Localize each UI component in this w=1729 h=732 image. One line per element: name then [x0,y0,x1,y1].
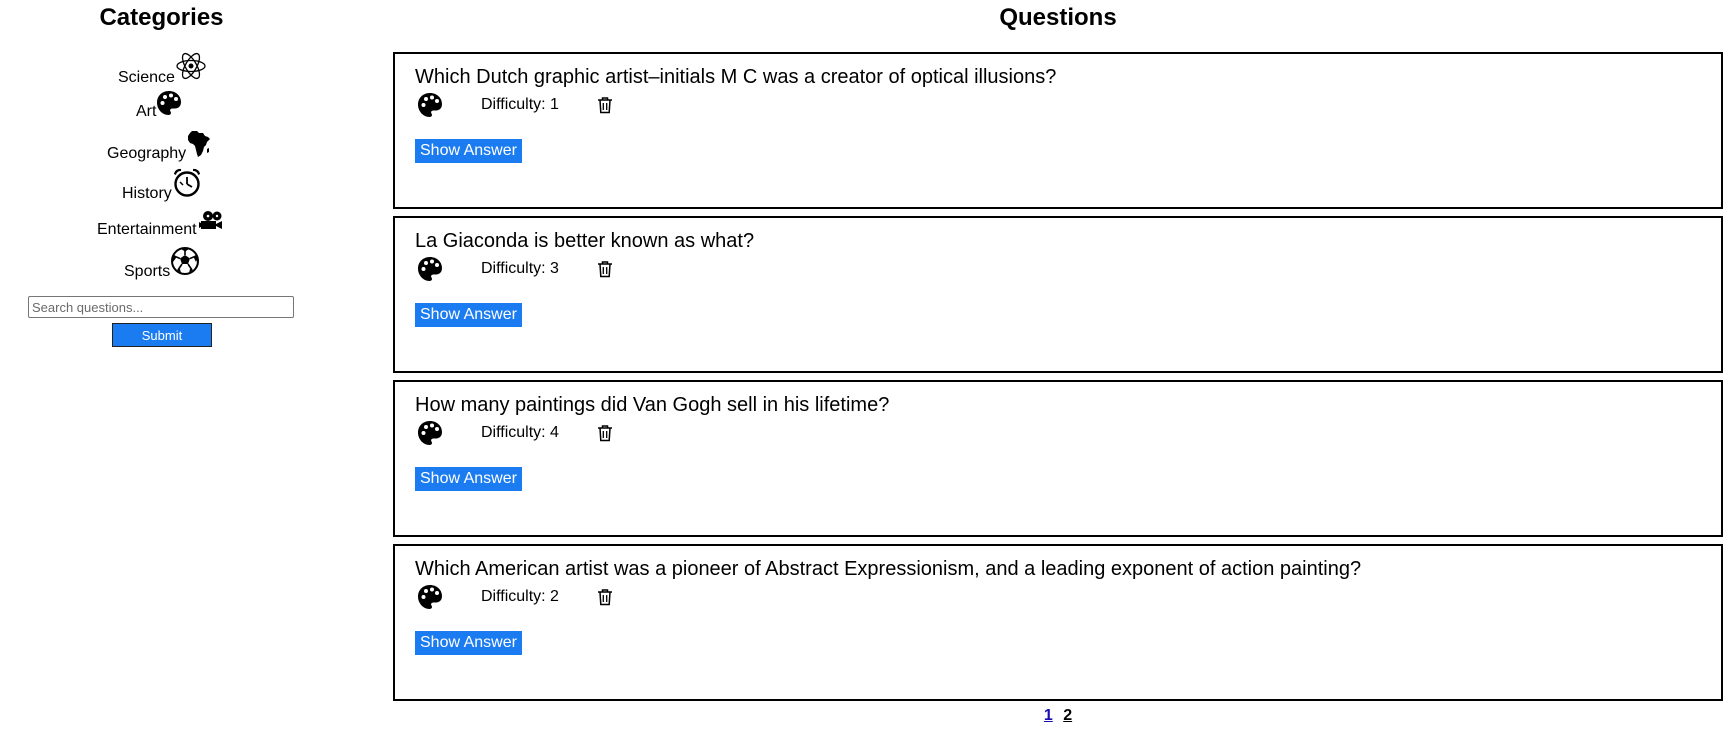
category-entertainment[interactable]: Entertainment [97,210,225,239]
alarm-clock-icon [172,166,202,203]
submit-button[interactable]: Submit [112,323,212,347]
film-camera-icon [197,210,225,239]
atom-icon [175,50,207,87]
africa-icon [186,130,212,163]
question-card: How many paintings did Van Gogh sell in … [393,380,1723,537]
category-sports[interactable]: Sports [124,246,200,281]
categories-heading: Categories [99,4,224,31]
category-label: History [122,185,172,202]
question-card: Which American artist was a pioneer of A… [393,544,1723,701]
category-art[interactable]: Art [136,90,182,121]
search-input[interactable] [28,296,294,318]
category-history[interactable]: History [122,166,202,203]
question-text: Which Dutch graphic artist–initials M C … [415,66,1057,88]
question-text: Which American artist was a pioneer of A… [415,558,1362,580]
palette-icon [417,92,443,118]
trash-icon[interactable] [597,96,613,114]
trash-icon[interactable] [597,424,613,442]
question-card: Which Dutch graphic artist–initials M C … [393,52,1723,209]
soccer-ball-icon [170,246,200,281]
show-answer-button[interactable]: Show Answer [415,631,522,655]
palette-icon [417,584,443,610]
trash-icon[interactable] [597,588,613,606]
category-label: Sports [124,263,171,280]
question-text: La Giaconda is better known as what? [415,230,755,252]
show-answer-button[interactable]: Show Answer [415,139,522,163]
questions-panel: Questions Which Dutch graphic artist–ini… [393,0,1723,732]
category-label: Geography [107,145,187,162]
category-label: Entertainment [97,221,197,238]
palette-icon [156,90,182,121]
page-link-1[interactable]: 1 [1044,707,1053,724]
category-label: Science [118,69,175,86]
page-link-2[interactable]: 2 [1063,707,1072,724]
show-answer-button[interactable]: Show Answer [415,467,522,491]
question-card: La Giaconda is better known as what? Dif… [393,216,1723,373]
sidebar: Categories Science Art Geography History… [0,0,323,732]
pagination: 1 2 [393,707,1723,725]
question-text: How many paintings did Van Gogh sell in … [415,394,890,416]
category-geography[interactable]: Geography [107,130,212,163]
palette-icon [417,256,443,282]
trash-icon[interactable] [597,260,613,278]
show-answer-button[interactable]: Show Answer [415,303,522,327]
palette-icon [417,420,443,446]
difficulty-label: Difficulty: 4 [481,424,559,441]
category-science[interactable]: Science [118,50,207,87]
questions-heading: Questions [999,4,1117,31]
difficulty-label: Difficulty: 2 [481,588,559,605]
difficulty-label: Difficulty: 1 [481,96,559,113]
category-label: Art [136,103,157,120]
difficulty-label: Difficulty: 3 [481,260,559,277]
